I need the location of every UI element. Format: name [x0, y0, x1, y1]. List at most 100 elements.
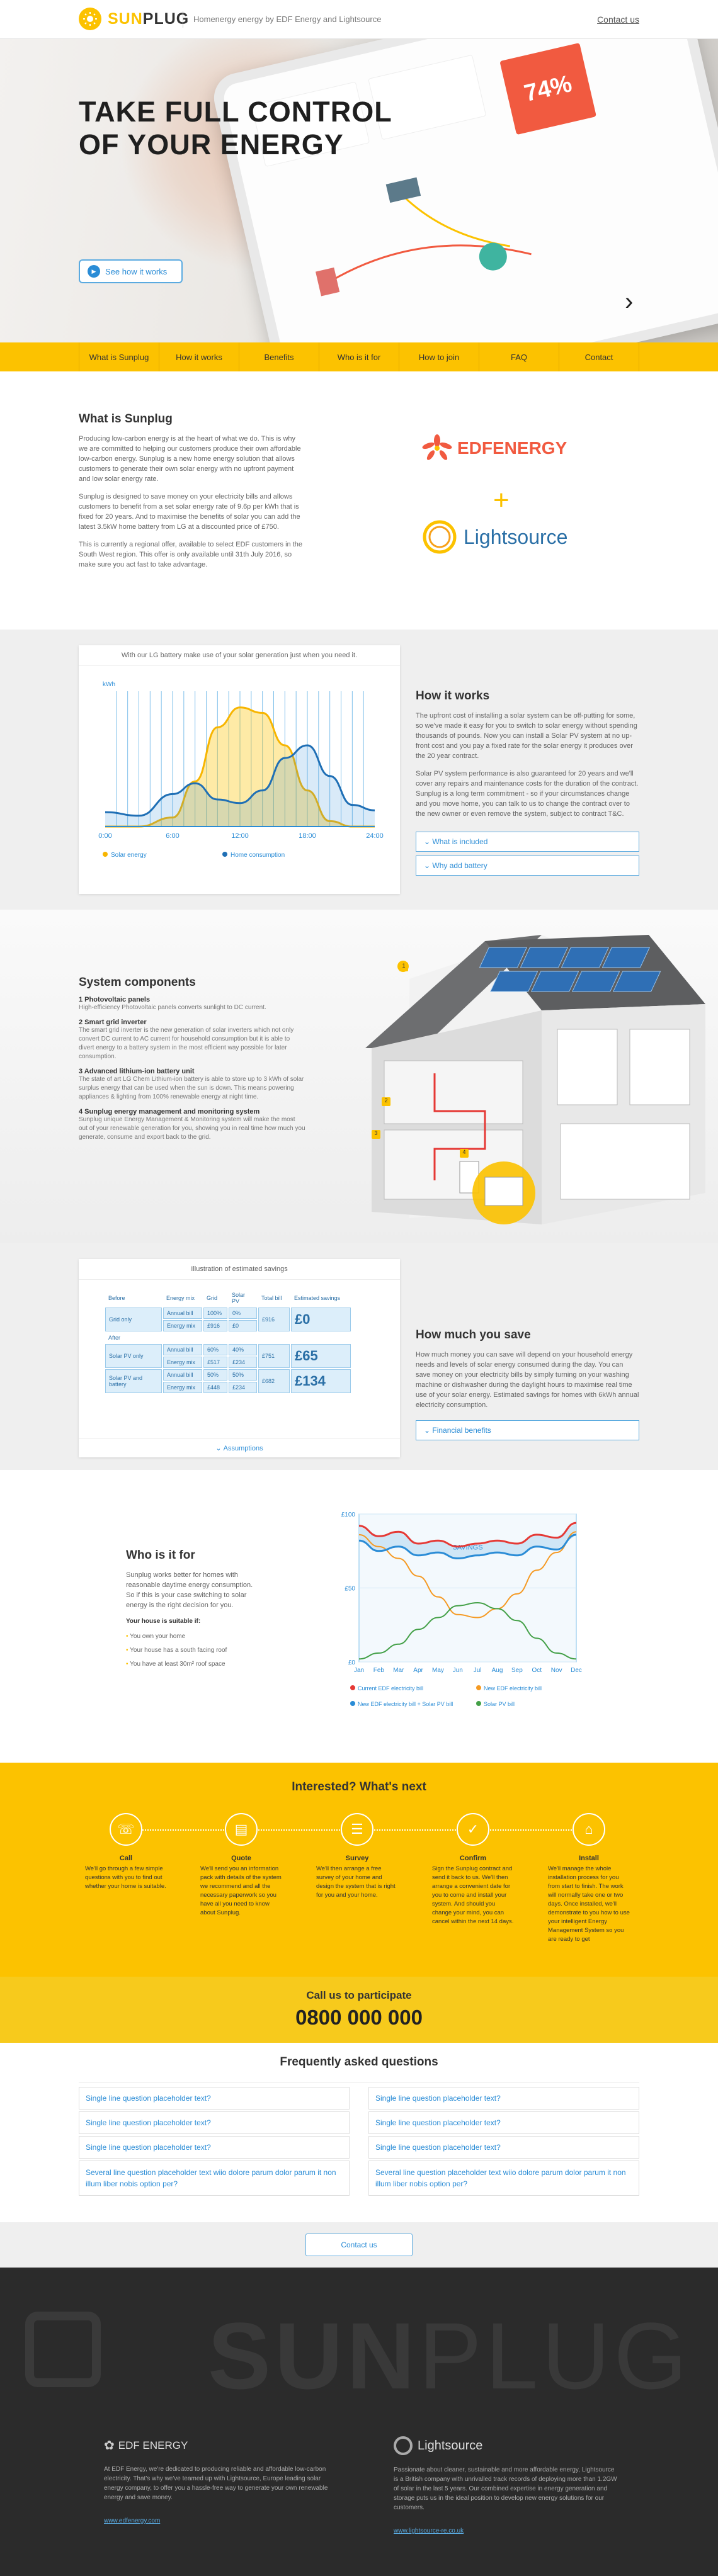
nav-how-it-works[interactable]: How it works [159, 342, 239, 371]
legend-label: Home consumption [231, 852, 285, 859]
footer-edf-text: At EDF Energy, we're dedicated to produc… [104, 2466, 328, 2501]
legend-swatch [350, 1685, 355, 1690]
step-quote: ▤ Quote We'll send you an information pa… [200, 1813, 282, 1918]
table-cell: Energy mix [163, 1357, 202, 1368]
system-components-section: System components 1 Photovoltaic panels H… [0, 910, 718, 1243]
faq-question[interactable]: Several line question placeholder text w… [79, 2161, 350, 2196]
component-item: 1 Photovoltaic panels High-efficiency Pho… [79, 996, 305, 1012]
nav-faq[interactable]: FAQ [479, 342, 559, 371]
x-tick-label: Mar [393, 1667, 404, 1674]
step-survey: ☰ Survey We'll then arrange a free surve… [316, 1813, 398, 1900]
how-it-works-p2: Solar PV system performance is also guar… [416, 770, 639, 818]
after-label: After [108, 1335, 121, 1341]
home-icon: ⌂ [573, 1813, 605, 1846]
table-cell: 50% [203, 1369, 227, 1381]
how-it-works-p1: The upfront cost of installing a solar s… [416, 712, 637, 760]
nav-benefits[interactable]: Benefits [239, 342, 319, 371]
savings-section: Illustration of estimated savings Before… [0, 1243, 718, 1470]
table-cell: £0 [229, 1320, 257, 1331]
faq-question[interactable]: Single line question placeholder text? [79, 2136, 350, 2159]
legend-swatch [222, 852, 227, 857]
component-name: 1 Photovoltaic panels [79, 996, 151, 1003]
contact-us-link[interactable]: Contact us [597, 14, 639, 25]
total-bill-cell: £751 [258, 1344, 290, 1368]
table-cell: £916 [203, 1320, 227, 1331]
table-cell: 40% [229, 1344, 257, 1355]
interested-title: Interested? What's next [292, 1780, 426, 1794]
who-text: Sunplug works better for homes with reas… [126, 1571, 253, 1609]
savings-caption: Illustration of estimated savings [79, 1259, 400, 1280]
lightsource-wordmark: Lightsource [464, 525, 568, 548]
x-tick-label: 6:00 [166, 832, 179, 840]
footer-watermark-plug: PLUG [418, 2303, 692, 2409]
faq-question[interactable]: Single line question placeholder text? [368, 2087, 639, 2110]
sunplug-logo[interactable]: SUNPLUG [79, 8, 189, 30]
marker-3: 3 [372, 1130, 380, 1139]
component-item: 4 Sunplug energy management and monitori… [79, 1108, 305, 1142]
step-text: We'll go through a few simple questions … [85, 1865, 166, 1890]
table-cell: 0% [229, 1308, 257, 1319]
step-name: Confirm [459, 1855, 487, 1862]
survey-icon: ☰ [341, 1813, 373, 1846]
step-call: ☏ Call We'll go through a few simple que… [85, 1813, 167, 1891]
component-item: 3 Advanced lithium-ion battery unit The s… [79, 1068, 305, 1102]
step-name: Install [579, 1855, 599, 1862]
faq-question[interactable]: Single line question placeholder text? [368, 2111, 639, 2134]
legend-label: New EDF electricity bill [484, 1685, 542, 1692]
step-name: Quote [231, 1855, 251, 1862]
brand-sun: SUN [108, 9, 143, 28]
faq-question[interactable]: Single line question placeholder text? [368, 2136, 639, 2159]
legend-label: Solar PV bill [484, 1701, 515, 1707]
component-name: 2 Smart grid inverter [79, 1019, 147, 1026]
contact-band: Contact us [0, 2222, 718, 2268]
x-tick-label: Jul [474, 1667, 482, 1674]
faq-question[interactable]: Single line question placeholder text? [79, 2111, 350, 2134]
component-desc: High-efficiency Photovoltaic panels conv… [79, 1004, 266, 1011]
suitable-text: You have at least 30m² roof space [130, 1661, 225, 1668]
financial-benefits-accordion[interactable]: ⌄ Financial benefits [416, 1420, 639, 1440]
see-how-it-works-button[interactable]: ▶ See how it works [79, 259, 183, 283]
assumptions-toggle[interactable]: ⌄ Assumptions [79, 1438, 400, 1457]
why-add-battery-accordion[interactable]: ⌄ Why add battery [416, 856, 639, 876]
contact-us-button[interactable]: Contact us [305, 2234, 413, 2256]
assumptions-label: Assumptions [223, 1444, 263, 1452]
phone-number[interactable]: 0800 000 000 [0, 2006, 718, 2030]
what-is-included-accordion[interactable]: ⌄ What is included [416, 832, 639, 852]
lightsource-link[interactable]: www.lightsource-re.co.uk [394, 2528, 620, 2534]
footer-edf-name: EDF ENERGY [118, 2439, 188, 2451]
total-bill-cell: £916 [258, 1308, 290, 1331]
tablet-image: 74% [208, 39, 718, 342]
next-slide-arrow-icon[interactable]: › [625, 288, 633, 316]
how-it-works-section: With our LG battery make use of your sol… [0, 630, 718, 910]
suitable-label: Your house is suitable if: [126, 1618, 201, 1625]
y-axis-label: kWh [103, 681, 115, 688]
header-energy-mix: Energy mix [166, 1295, 195, 1301]
hero-banner: 74% TAKE FULL CONTROL OF YOUR ENERGY ▶ S… [0, 39, 718, 342]
faq-question[interactable]: Several line question placeholder text w… [368, 2161, 639, 2196]
step-install: ⌂ Install We'll manage the whole install… [548, 1813, 630, 1944]
footer-lightsource-logo: Lightsource [394, 2436, 620, 2455]
table-row: Grid only Annual bill 100% 0% £916 £0 [105, 1308, 351, 1331]
table-row: Solar PV and battery Annual bill 50% 50%… [105, 1369, 351, 1393]
saving-cell: £65 [291, 1344, 351, 1368]
nav-what-is-sunplug[interactable]: What is Sunplug [79, 342, 159, 371]
nav-who-is-it-for[interactable]: Who is it for [319, 342, 399, 371]
play-icon: ▶ [88, 265, 100, 278]
savings-table: Before Energy mix Grid Solar PV Total bi… [104, 1289, 352, 1394]
x-tick-label: 12:00 [231, 832, 249, 840]
nav-contact[interactable]: Contact [559, 342, 639, 371]
brand-name: SUNPLUG [108, 10, 189, 28]
table-cell: 100% [203, 1308, 227, 1319]
faq-question[interactable]: Single line question placeholder text? [79, 2087, 350, 2110]
nav-how-to-join[interactable]: How to join [399, 342, 479, 371]
row-label: Grid only [105, 1308, 162, 1331]
edf-link[interactable]: www.edfenergy.com [104, 2517, 331, 2524]
total-bill-cell: £682 [258, 1369, 290, 1393]
table-cell: £234 [229, 1357, 257, 1368]
legend-label: New EDF electricity bill + Solar PV bill [358, 1701, 453, 1707]
bullet-icon: • [126, 1661, 128, 1668]
legend-label: Solar energy [111, 852, 147, 859]
main-nav: What is Sunplug How it works Benefits Wh… [0, 342, 718, 371]
why-add-battery-label: Why add battery [432, 861, 487, 870]
x-tick-label: Jun [453, 1667, 463, 1674]
